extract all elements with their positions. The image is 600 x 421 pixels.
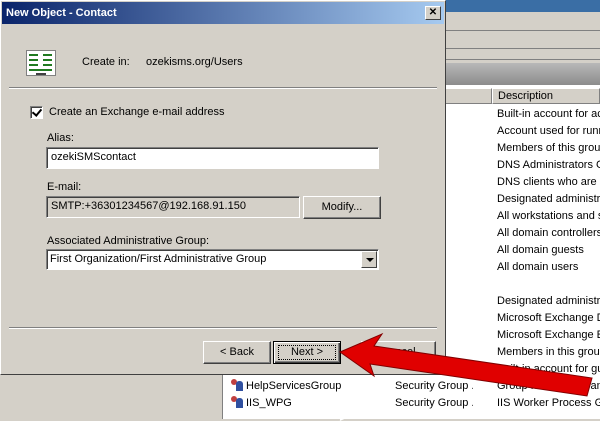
admin-group-label: Associated Administrative Group: [47,235,210,247]
exchange-email-checkbox[interactable] [30,106,43,119]
row-description: Members of this group [497,142,600,154]
row-name-text: HelpServicesGroup [246,380,342,392]
close-icon[interactable]: ✕ [425,6,441,20]
admin-group-select[interactable]: First Organization/First Administrative … [46,249,379,270]
dialog-title: New Object - Contact [6,7,117,19]
row-description: All domain controllers [497,227,600,239]
row-description: All domain users [497,261,579,273]
row-description: All domain guests [497,244,584,256]
dialog-titlebar[interactable]: New Object - Contact ✕ [2,2,444,24]
red-arrow-annotation [338,332,593,397]
back-button[interactable]: < Back [203,341,271,364]
column-header-description[interactable]: Description [492,88,600,104]
row-description: Built-in account for ac [497,108,600,120]
background-toolbar-strip [445,12,600,60]
row-description: All workstations and s [497,210,600,222]
row-description: DNS Administrators Gr [497,159,600,171]
security-group-icon [230,378,244,392]
header-divider [9,87,437,89]
modify-button[interactable]: Modify... [303,196,381,219]
alias-input[interactable]: ozekiSMScontact [46,147,379,169]
row-description: DNS clients who are p [497,176,600,188]
contact-card-icon [26,50,56,76]
next-button-label: Next > [290,346,324,358]
new-contact-dialog: New Object - Contact ✕ Create in: ozekis… [0,0,446,375]
chevron-down-icon[interactable] [361,251,377,268]
alias-label: Alias: [47,132,74,144]
create-in-path: ozekisms.org/Users [146,56,243,68]
footer-divider [9,327,437,329]
row-description: Designated administra [497,193,600,205]
background-details-bar [445,63,600,85]
modify-button-label: Modify... [321,201,363,213]
row-description: Microsoft Exchange D [497,312,600,324]
security-group-icon [230,395,244,409]
email-label: E-mail: [47,181,82,193]
row-name-text: IIS_WPG [246,397,292,409]
create-in-label: Create in: [82,56,130,68]
admin-group-value: First Organization/First Administrative … [50,253,267,265]
row-description: Account used for runn [497,125,600,137]
back-button-label: < Back [220,346,254,358]
email-field: SMTP:+36301234567@192.168.91.150 [46,196,300,218]
exchange-email-checkbox-label[interactable]: Create an Exchange e-mail address [49,106,224,118]
row-description: Designated administra [497,295,600,307]
